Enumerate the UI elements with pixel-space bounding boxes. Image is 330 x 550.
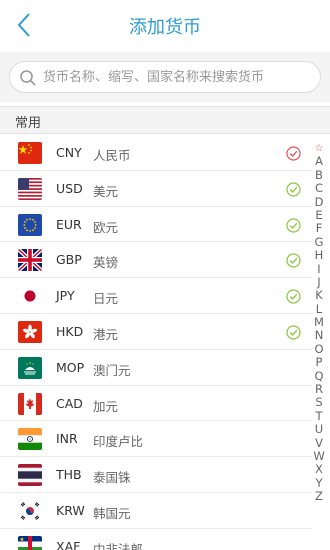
currency-list: CNY 人民币 USD 美元 EUR 欧元 GBP 英镑 JPY 日元 HKD 港元 MOP 澳门元 CAD… — [0, 135, 312, 550]
index-letter[interactable]: C — [312, 181, 326, 195]
header-bar: 添加货币 — [0, 0, 330, 52]
index-letter[interactable]: L — [312, 302, 326, 316]
index-letter[interactable]: G — [312, 235, 326, 249]
currency-code: KRW — [56, 502, 85, 518]
currency-row-jpy[interactable]: JPY 日元 — [0, 278, 312, 314]
currency-code: EUR — [56, 216, 82, 232]
currency-code: INR — [56, 431, 78, 447]
index-letter[interactable]: F — [312, 221, 326, 235]
index-letter[interactable]: A — [312, 154, 326, 168]
check-circle-icon[interactable] — [286, 289, 301, 304]
check-circle-icon[interactable] — [286, 253, 301, 268]
index-letter[interactable]: ☆ — [312, 142, 326, 155]
currency-row-gbp[interactable]: GBP 英镑 — [0, 242, 312, 279]
flag-cf-icon — [18, 535, 42, 550]
index-letter[interactable]: I — [312, 262, 326, 276]
index-letter[interactable]: R — [312, 382, 326, 396]
currency-row-usd[interactable]: USD 美元 — [0, 171, 312, 207]
currency-name: 泰国铢 — [93, 470, 131, 486]
search-bar — [0, 52, 330, 102]
flag-in-icon — [18, 428, 42, 451]
currency-code: MOP — [56, 359, 85, 375]
index-letter[interactable]: Z — [312, 489, 326, 503]
currency-row-eur[interactable]: EUR 欧元 — [0, 207, 312, 243]
currency-row-mop[interactable]: MOP 澳门元 — [0, 350, 312, 386]
index-letter[interactable]: S — [312, 396, 326, 410]
currency-row-thb[interactable]: THB 泰国铢 — [0, 457, 312, 493]
currency-code: CNY — [56, 145, 82, 160]
flag-jp-icon — [18, 285, 42, 308]
flag-eu-icon — [18, 213, 42, 236]
currency-code: XAF — [56, 538, 81, 550]
index-letter[interactable]: P — [312, 355, 326, 369]
index-letter[interactable]: W — [312, 449, 326, 463]
currency-row-cad[interactable]: CAD 加元 — [0, 386, 312, 422]
index-letter[interactable]: J — [312, 275, 326, 289]
flag-cn-icon — [18, 142, 42, 164]
flag-ca-icon — [18, 392, 42, 415]
currency-name: 日元 — [93, 291, 119, 307]
index-letter[interactable]: T — [312, 409, 326, 423]
flag-th-icon — [18, 464, 42, 487]
currency-code: USD — [56, 180, 83, 196]
check-circle-icon[interactable] — [286, 182, 301, 197]
currency-row-krw[interactable]: KRW 韩国元 — [0, 493, 312, 529]
flag-kr-icon — [18, 499, 42, 522]
currency-name: 美元 — [93, 183, 119, 199]
index-letter[interactable]: K — [312, 288, 326, 302]
index-letter[interactable]: X — [312, 462, 326, 476]
currency-name: 印度卢比 — [93, 434, 144, 450]
currency-code: JPY — [56, 288, 75, 304]
flag-gb-icon — [18, 249, 42, 272]
flag-us-icon — [18, 177, 42, 200]
currency-name: 中非法郎 — [93, 541, 144, 550]
currency-code: GBP — [56, 252, 82, 268]
currency-name: 英镑 — [93, 255, 119, 271]
currency-row-inr[interactable]: INR 印度卢比 — [0, 421, 312, 458]
section-label: 常用 — [15, 116, 42, 131]
currency-name: 港元 — [93, 326, 119, 342]
currency-name: 人民币 — [93, 148, 131, 163]
index-letter[interactable]: V — [312, 436, 326, 450]
currency-name: 欧元 — [93, 219, 119, 235]
check-circle-icon[interactable] — [286, 146, 301, 161]
currency-name: 加元 — [93, 398, 119, 414]
currency-code: THB — [56, 467, 82, 483]
index-letter[interactable]: Q — [312, 369, 326, 383]
currency-row-hkd[interactable]: HKD 港元 — [0, 314, 312, 350]
currency-name: 澳门元 — [93, 362, 131, 378]
index-letter[interactable]: U — [312, 422, 326, 436]
currency-row-xaf[interactable]: XAF 中非法郎 — [0, 529, 312, 550]
check-circle-icon[interactable] — [286, 325, 301, 340]
index-letter[interactable]: D — [312, 195, 326, 209]
index-letter[interactable]: M — [312, 315, 326, 329]
alphabet-index[interactable]: ☆ A B C D E F G H I J K L M N O P Q R S T U V W X Y Z — [312, 142, 326, 504]
check-circle-icon[interactable] — [286, 217, 301, 233]
search-input[interactable] — [43, 62, 315, 92]
search-icon — [20, 70, 36, 86]
flag-mo-icon — [18, 356, 42, 379]
section-header: 常用 — [0, 106, 330, 134]
search-box[interactable] — [9, 61, 321, 93]
index-letter[interactable]: H — [312, 248, 326, 262]
currency-code: CAD — [56, 395, 83, 411]
currency-row-cny[interactable]: CNY 人民币 — [0, 135, 312, 171]
flag-hk-icon — [18, 320, 42, 343]
index-letter[interactable]: O — [312, 342, 326, 356]
currency-name: 韩国元 — [93, 505, 131, 521]
index-letter[interactable]: B — [312, 168, 326, 182]
index-letter[interactable]: E — [312, 208, 326, 222]
index-letter[interactable]: Y — [312, 476, 326, 490]
page-title: 添加货币 — [129, 17, 201, 38]
index-letter[interactable]: N — [312, 329, 326, 343]
currency-code: HKD — [56, 323, 84, 339]
